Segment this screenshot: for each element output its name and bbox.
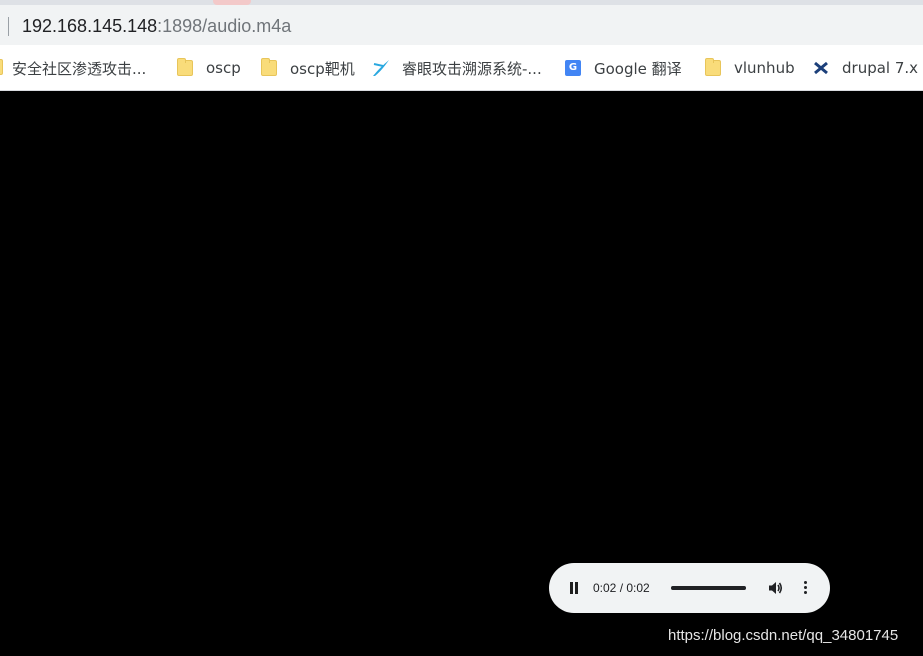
bookmark-label: 睿眼攻击溯源系统-... — [402, 59, 542, 78]
more-options-icon[interactable] — [803, 581, 809, 595]
bookmark-label: vlunhub — [734, 59, 795, 77]
ray-logo-icon — [373, 60, 389, 76]
folder-icon — [0, 59, 3, 75]
url-host: 192.168.145.148 — [22, 16, 158, 36]
pause-bar — [570, 582, 573, 594]
bookmark-item[interactable]: drupal 7.x R — [813, 57, 923, 79]
progress-fill — [671, 586, 746, 590]
bookmark-item[interactable]: 睿眼攻击溯源系统-... — [373, 57, 542, 79]
bookmark-item[interactable]: G Google 翻译 — [565, 57, 682, 79]
bookmarks-bar: 安全社区渗透攻击... oscp oscp靶机 睿眼攻击溯源系统-... G G… — [0, 45, 923, 91]
bookmark-label: drupal 7.x R — [842, 59, 923, 77]
dot — [804, 591, 807, 594]
pause-bar — [575, 582, 578, 594]
dot — [804, 586, 807, 589]
address-bar[interactable]: 192.168.145.148:1898/audio.m4a — [0, 5, 923, 45]
time-display: 0:02 / 0:02 — [593, 581, 650, 595]
url-text[interactable]: 192.168.145.148:1898/audio.m4a — [22, 15, 291, 37]
url-path: :1898/audio.m4a — [157, 16, 292, 36]
bookmark-label: Google 翻译 — [594, 59, 682, 78]
x-logo-icon — [813, 60, 829, 76]
dot — [804, 581, 807, 584]
bookmark-label: 安全社区渗透攻击... — [12, 59, 147, 78]
address-separator — [8, 17, 9, 36]
bookmark-item[interactable]: oscp — [177, 57, 241, 79]
bookmark-label: oscp — [206, 59, 241, 77]
folder-icon — [177, 58, 193, 76]
progress-slider[interactable] — [671, 586, 746, 590]
google-translate-icon: G — [565, 60, 581, 76]
volume-icon[interactable] — [768, 580, 784, 596]
bookmark-label: oscp靶机 — [290, 59, 355, 78]
bookmark-item[interactable]: vlunhub — [705, 57, 795, 79]
folder-icon — [261, 58, 277, 76]
pause-button[interactable] — [569, 582, 579, 594]
watermark-text: https://blog.csdn.net/qq_34801745 — [668, 627, 899, 644]
audio-player: 0:02 / 0:02 — [549, 563, 830, 613]
bookmark-item[interactable]: 安全社区渗透攻击... — [12, 57, 146, 79]
bookmark-item[interactable]: oscp靶机 — [261, 57, 355, 79]
folder-icon — [705, 58, 721, 76]
